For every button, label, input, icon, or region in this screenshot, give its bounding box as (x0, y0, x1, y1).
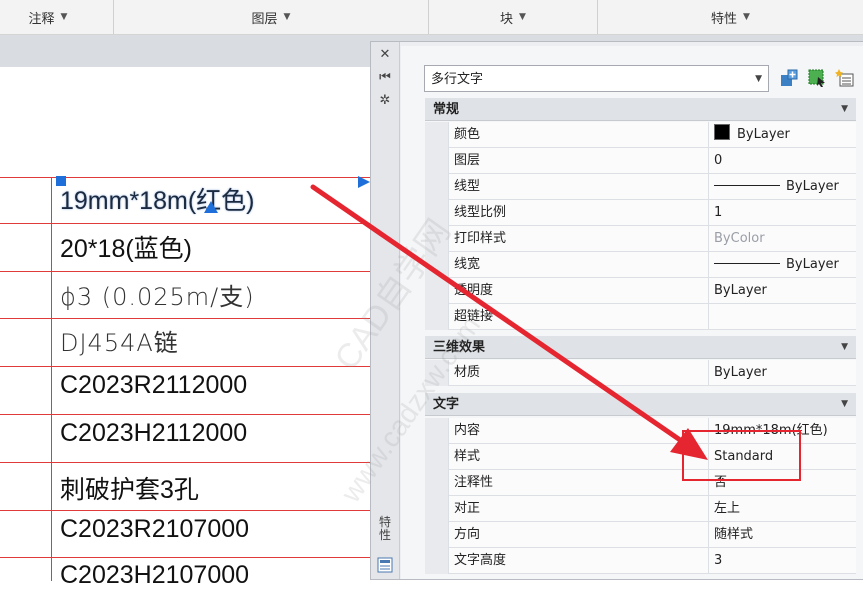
annotation-arrow (310, 184, 708, 460)
annotation-highlight-box (682, 430, 801, 481)
